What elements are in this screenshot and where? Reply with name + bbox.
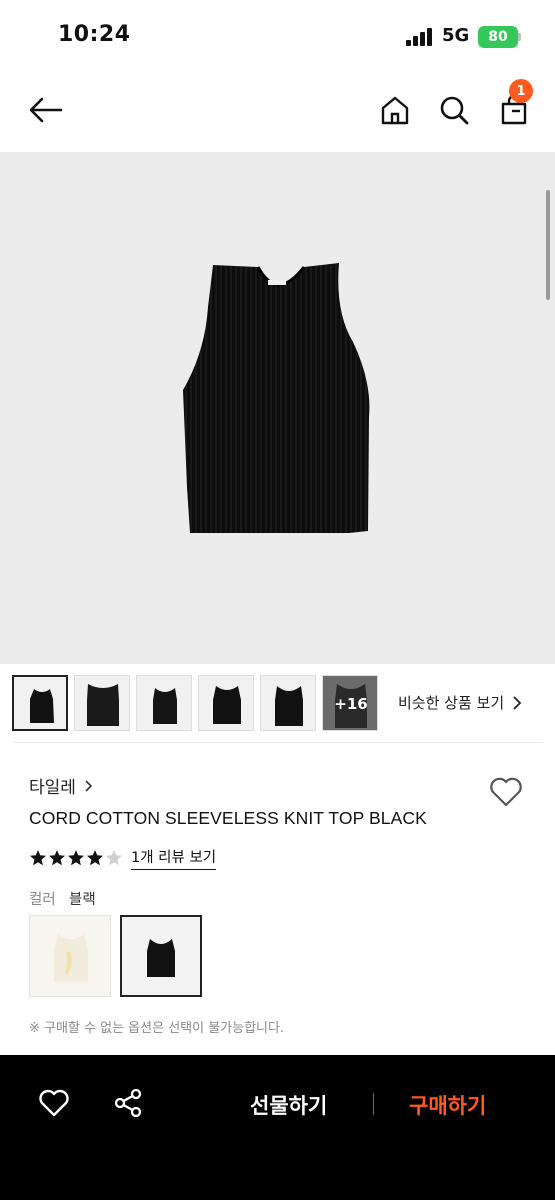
status-bar: 10:24 5G 80 xyxy=(0,0,555,72)
thumbnail-image xyxy=(213,686,241,724)
status-time: 10:24 xyxy=(58,22,131,47)
star-empty-icon xyxy=(106,850,122,866)
search-button[interactable] xyxy=(434,90,474,130)
brand-name: 타일레 xyxy=(29,778,76,798)
back-button[interactable] xyxy=(26,90,66,130)
color-swatch-ivory[interactable] xyxy=(29,915,111,997)
similar-products-label: 비슷한 상품 보기 xyxy=(398,694,505,712)
heart-icon xyxy=(490,777,522,807)
thumbnail-2[interactable] xyxy=(74,675,130,731)
swatch-image xyxy=(147,939,175,977)
separator xyxy=(373,1093,374,1115)
thumbnail-image xyxy=(87,684,119,726)
option-notice: ※ 구매할 수 없는 옵션은 선택이 불가능합니다. xyxy=(29,1021,285,1036)
thumbnail-more[interactable]: +16 xyxy=(322,675,378,731)
battery-icon: 80 xyxy=(478,26,518,48)
thumbnail-image xyxy=(275,686,303,726)
thumbnail-1[interactable] xyxy=(12,675,68,731)
wishlist-bottom-button[interactable] xyxy=(36,1085,72,1121)
thumbnail-3[interactable] xyxy=(136,675,192,731)
cart-count-badge: 1 xyxy=(509,79,533,103)
top-nav xyxy=(0,72,555,152)
rating-row: 1개 리뷰 보기 xyxy=(29,846,217,870)
chevron-right-icon xyxy=(513,695,522,710)
brand-link[interactable]: 타일레 xyxy=(29,773,93,798)
bottom-action-bar: 선물하기 구매하기 xyxy=(0,1055,555,1200)
thumbnail-5[interactable] xyxy=(260,675,316,731)
star-filled-icon xyxy=(30,850,46,866)
star-filled-icon xyxy=(68,850,84,866)
product-image[interactable] xyxy=(0,152,555,664)
rating-stars xyxy=(29,849,123,867)
star-filled-icon xyxy=(49,850,65,866)
battery-cap xyxy=(518,33,521,41)
thumbnail-image xyxy=(30,689,54,723)
thumbnail-strip: +16 비슷한 상품 보기 xyxy=(0,672,555,734)
review-link[interactable]: 1개 리뷰 보기 xyxy=(131,846,217,870)
star-filled-icon xyxy=(87,850,103,866)
chevron-right-icon xyxy=(85,779,93,792)
color-option-value: 블랙 xyxy=(69,892,96,908)
wishlist-button[interactable] xyxy=(486,772,526,812)
swatch-image xyxy=(54,934,88,982)
home-icon xyxy=(381,96,409,125)
buy-button[interactable]: 구매하기 xyxy=(409,1090,486,1120)
gallery-scrollbar[interactable] xyxy=(546,190,550,300)
signal-icon xyxy=(406,28,436,46)
color-swatch-black[interactable] xyxy=(120,915,202,997)
home-button[interactable] xyxy=(375,90,415,130)
similar-products-link[interactable]: 비슷한 상품 보기 xyxy=(398,692,522,713)
gift-button[interactable]: 선물하기 xyxy=(250,1090,327,1120)
product-title: CORD COTTON SLEEVELESS KNIT TOP BLACK xyxy=(29,808,427,828)
search-icon xyxy=(440,96,469,125)
arrow-left-icon xyxy=(29,97,63,123)
heart-icon xyxy=(39,1089,69,1117)
thumbnail-4[interactable] xyxy=(198,675,254,731)
more-count: +16 xyxy=(334,695,368,713)
share-button[interactable] xyxy=(110,1085,146,1121)
color-option-label: 컬러 xyxy=(29,892,56,908)
share-icon xyxy=(114,1088,142,1118)
battery-level: 80 xyxy=(488,29,508,45)
network-label: 5G xyxy=(442,25,470,46)
thumbnail-image xyxy=(153,688,177,724)
divider xyxy=(14,742,543,743)
knit-top-image xyxy=(183,263,370,533)
